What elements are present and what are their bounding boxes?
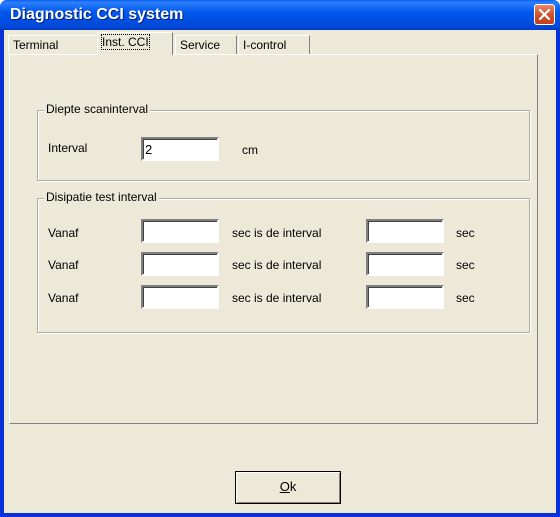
close-icon bbox=[539, 9, 550, 20]
tab-i-control-label: I-control bbox=[243, 38, 287, 52]
row-2-from-input[interactable] bbox=[141, 252, 219, 276]
ok-button-mnemonic: O bbox=[279, 479, 290, 494]
scan-interval-legend: Diepte scaninterval bbox=[44, 102, 151, 116]
scan-interval-group: Diepte scaninterval bbox=[37, 102, 530, 181]
tab-service[interactable]: Service bbox=[175, 35, 237, 54]
tab-inst-cci-label: Inst. CCI bbox=[101, 34, 150, 50]
row-1-to-input[interactable] bbox=[366, 219, 444, 243]
row-2-to-input[interactable] bbox=[366, 252, 444, 276]
close-button[interactable] bbox=[534, 4, 555, 25]
row-2-unit: sec bbox=[456, 258, 475, 272]
interval-label: Interval bbox=[48, 141, 88, 155]
row-1-from-label: Vanaf bbox=[48, 226, 79, 240]
tab-inst-cci[interactable]: Inst. CCI bbox=[97, 32, 173, 55]
tab-terminal[interactable]: Terminal bbox=[8, 35, 98, 54]
row-1-middle-label: sec is de interval bbox=[232, 226, 322, 240]
tab-terminal-label: Terminal bbox=[13, 38, 59, 52]
row-3-from-label: Vanaf bbox=[48, 291, 79, 305]
row-3-unit: sec bbox=[456, 291, 475, 305]
window-title: Diagnostic CCI system bbox=[10, 6, 184, 23]
tab-service-label: Service bbox=[180, 38, 221, 52]
row-1-unit: sec bbox=[456, 226, 475, 240]
row-2-from-label: Vanaf bbox=[48, 258, 79, 272]
interval-input[interactable] bbox=[141, 137, 219, 161]
row-3-from-input[interactable] bbox=[141, 285, 219, 309]
interval-unit: cm bbox=[242, 143, 258, 157]
tab-i-control[interactable]: I-control bbox=[238, 35, 310, 54]
row-3-middle-label: sec is de interval bbox=[232, 291, 322, 305]
row-3-to-input[interactable] bbox=[366, 285, 444, 309]
row-2-middle-label: sec is de interval bbox=[232, 258, 322, 272]
ok-button-label: k bbox=[289, 479, 297, 494]
dissipation-interval-legend: Disipatie test interval bbox=[44, 190, 159, 204]
row-1-from-input[interactable] bbox=[141, 219, 219, 243]
title-bar[interactable]: Diagnostic CCI system bbox=[0, 0, 560, 30]
dialog-window: Diagnostic CCI system Terminal Inst. CCI… bbox=[0, 0, 560, 517]
ok-button[interactable]: Ok bbox=[235, 471, 341, 504]
